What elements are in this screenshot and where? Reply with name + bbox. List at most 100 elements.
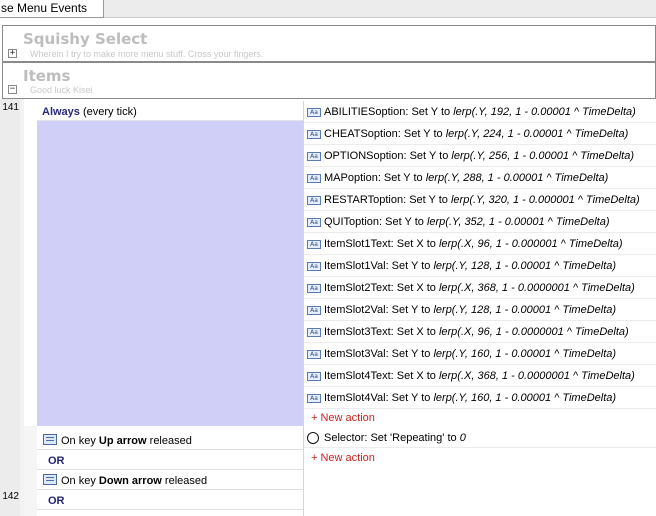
action-row[interactable]: Aa ItemSlot3Text: Set X to lerp(.X, 96, 1… bbox=[304, 321, 656, 343]
condition-text: On key Up arrow released bbox=[61, 435, 192, 447]
action-row[interactable]: Aa RESTARToption: Set Y to lerp(.Y, 320, … bbox=[304, 189, 656, 211]
condition-block[interactable] bbox=[37, 101, 303, 426]
action-expression: lerp(.X, 96, 1 - 0.0000001 ^ TimeDelta) bbox=[438, 326, 629, 338]
event-number: 142 bbox=[2, 491, 19, 502]
action-verb: : Set Y to bbox=[397, 128, 446, 140]
action-row[interactable]: Selector: Set 'Repeating' to 0 bbox=[304, 428, 656, 448]
condition-keyword: Always bbox=[42, 106, 80, 118]
group-squishy-select[interactable]: Squishy Select + Wherein I try to make m… bbox=[2, 25, 656, 62]
action-object: QUIToption bbox=[324, 216, 380, 228]
action-verb: : Set X to bbox=[390, 282, 439, 294]
new-action-link[interactable]: + New action bbox=[311, 412, 375, 424]
action-row[interactable]: Aa ItemSlot1Text: Set X to lerp(.X, 96, 1… bbox=[304, 233, 656, 255]
system-circle-icon bbox=[307, 432, 319, 444]
action-object: ItemSlot4Val bbox=[324, 392, 386, 404]
group-title: Items bbox=[23, 67, 71, 85]
action-object: MAPoption bbox=[324, 172, 378, 184]
action-row[interactable]: Aa ItemSlot3Val: Set Y to lerp(.Y, 160, 1… bbox=[304, 343, 656, 365]
event-number: 141 bbox=[2, 102, 19, 113]
action-verb: : Set Y to bbox=[385, 348, 434, 360]
sprite-object-icon: Aa bbox=[307, 130, 321, 139]
action-row[interactable]: Aa ItemSlot2Text: Set X to lerp(.X, 368, … bbox=[304, 277, 656, 299]
action-object: ItemSlot3Val bbox=[324, 348, 386, 360]
action-verb: : Set Y to bbox=[403, 194, 451, 206]
action-row[interactable]: Aa ItemSlot4Val: Set Y to lerp(.Y, 160, 1… bbox=[304, 387, 656, 409]
action-row[interactable]: Aa MAPoption: Set Y to lerp(.Y, 288, 1 - … bbox=[304, 167, 656, 189]
action-verb: : Set X to bbox=[390, 326, 439, 338]
keyboard-icon bbox=[43, 434, 57, 445]
sprite-object-icon: Aa bbox=[307, 306, 321, 315]
action-verb: : Set Y to bbox=[379, 216, 427, 228]
action-verb: : Set Y to bbox=[385, 304, 434, 316]
action-verb: : Set Y to bbox=[377, 172, 426, 184]
action-expression: lerp(.Y, 352, 1 - 0.00001 ^ TimeDelta) bbox=[426, 216, 610, 228]
keyboard-icon bbox=[43, 474, 57, 485]
action-row[interactable]: Aa OPTIONSoption: Set Y to lerp(.Y, 256, … bbox=[304, 145, 656, 167]
action-object: ItemSlot1Val bbox=[324, 260, 386, 272]
action-verb: : Set X to bbox=[390, 238, 439, 250]
sprite-object-icon: Aa bbox=[307, 372, 321, 381]
sprite-object-icon: Aa bbox=[307, 240, 321, 249]
sprite-object-icon: Aa bbox=[307, 328, 321, 337]
sprite-object-icon: Aa bbox=[307, 394, 321, 403]
sprite-object-icon: Aa bbox=[307, 284, 321, 293]
or-label: OR bbox=[48, 455, 65, 467]
action-object: CHEATSoption bbox=[324, 128, 398, 140]
or-row[interactable]: OR bbox=[37, 450, 303, 470]
group-items[interactable]: Items − Good luck Kisei bbox=[2, 62, 656, 99]
action-object: RESTARToption bbox=[324, 194, 404, 206]
action-object: ItemSlot4Text bbox=[324, 370, 391, 382]
action-object: ItemSlot3Text bbox=[324, 326, 391, 338]
tab-bar: se Menu Events bbox=[0, 0, 656, 18]
action-verb: : Set Y to bbox=[385, 260, 434, 272]
tab-event-sheet[interactable]: se Menu Events bbox=[0, 0, 104, 18]
action-object: ItemSlot1Text bbox=[324, 238, 391, 250]
margin-column bbox=[0, 99, 20, 516]
condition-always[interactable]: Always (every tick) bbox=[42, 106, 137, 118]
group-description: Good luck Kisei bbox=[30, 85, 93, 95]
action-row[interactable]: Aa ABILITIESoption: Set Y to lerp(.Y, 192… bbox=[304, 101, 656, 123]
collapse-toggle-icon[interactable]: − bbox=[8, 85, 17, 94]
action-row[interactable]: Aa ItemSlot1Val: Set Y to lerp(.Y, 128, 1… bbox=[304, 255, 656, 277]
sprite-object-icon: Aa bbox=[307, 108, 321, 117]
sprite-object-icon: Aa bbox=[307, 196, 321, 205]
sprite-object-icon: Aa bbox=[307, 152, 321, 161]
expand-toggle-icon[interactable]: + bbox=[8, 49, 17, 58]
condition-suffix: (every tick) bbox=[79, 106, 137, 118]
new-action-link[interactable]: + New action bbox=[311, 452, 375, 464]
action-object: ItemSlot2Text bbox=[324, 282, 391, 294]
sprite-object-icon: Aa bbox=[307, 174, 321, 183]
condition-row[interactable]: On key Up arrow released bbox=[37, 430, 303, 450]
action-expression: lerp(.Y, 224, 1 - 0.00001 ^ TimeDelta) bbox=[445, 128, 629, 140]
action-expression: lerp(.Y, 128, 1 - 0.00001 ^ TimeDelta) bbox=[433, 260, 617, 272]
sprite-object-icon: Aa bbox=[307, 350, 321, 359]
action-object: ABILITIESoption bbox=[324, 106, 406, 118]
action-expression: lerp(.Y, 192, 1 - 0.00001 ^ TimeDelta) bbox=[453, 106, 636, 118]
action-row[interactable]: Aa QUIToption: Set Y to lerp(.Y, 352, 1 -… bbox=[304, 211, 656, 233]
action-row[interactable]: Aa CHEATSoption: Set Y to lerp(.Y, 224, 1… bbox=[304, 123, 656, 145]
action-expression: lerp(.Y, 160, 1 - 0.00001 ^ TimeDelta) bbox=[433, 392, 617, 404]
group-title: Squishy Select bbox=[23, 30, 148, 48]
action-row[interactable]: Aa ItemSlot2Val: Set Y to lerp(.Y, 128, 1… bbox=[304, 299, 656, 321]
action-verb: : Set X to bbox=[390, 370, 439, 382]
action-verb: : Set Y to bbox=[405, 106, 454, 118]
action-expression: lerp(.X, 368, 1 - 0.0000001 ^ TimeDelta) bbox=[438, 370, 635, 382]
action-expression: lerp(.Y, 288, 1 - 0.00001 ^ TimeDelta) bbox=[425, 172, 609, 184]
action-object: OPTIONSoption bbox=[324, 150, 404, 162]
action-expression: lerp(.Y, 320, 1 - 0.000001 ^ TimeDelta) bbox=[450, 194, 640, 206]
action-verb: : Set Y to bbox=[403, 150, 452, 162]
condition-text: On key Down arrow released bbox=[61, 475, 208, 487]
condition-row[interactable]: On key Down arrow released bbox=[37, 470, 303, 490]
action-row[interactable]: Aa ItemSlot4Text: Set X to lerp(.X, 368, … bbox=[304, 365, 656, 387]
action-expression: lerp(.Y, 160, 1 - 0.00001 ^ TimeDelta) bbox=[433, 348, 617, 360]
action-expression: 0 bbox=[459, 432, 466, 444]
action-object: ItemSlot2Val bbox=[324, 304, 386, 316]
group-description: Wherein I try to make more menu stuff. C… bbox=[30, 49, 264, 59]
subevent-indent bbox=[24, 426, 37, 516]
action-expression: lerp(.Y, 256, 1 - 0.00001 ^ TimeDelta) bbox=[451, 150, 634, 162]
or-row[interactable]: OR bbox=[37, 490, 303, 510]
action-expression: lerp(.Y, 128, 1 - 0.00001 ^ TimeDelta) bbox=[433, 304, 617, 316]
or-label: OR bbox=[48, 495, 65, 507]
action-expression: lerp(.X, 96, 1 - 0.000001 ^ TimeDelta) bbox=[438, 238, 623, 250]
action-object: Selector bbox=[324, 432, 365, 444]
